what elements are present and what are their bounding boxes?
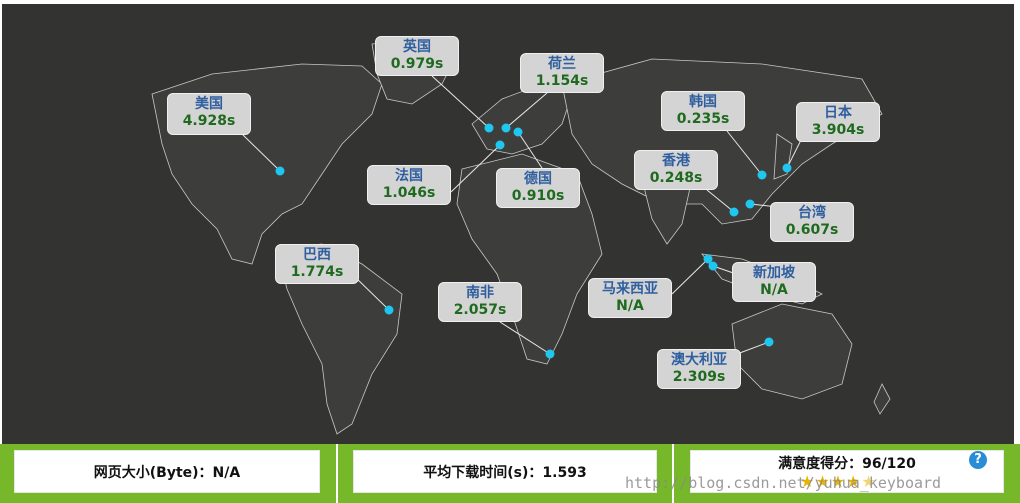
location-time: 3.904s [811, 122, 865, 138]
location-label-kr[interactable]: 韩国 0.235s [661, 91, 745, 131]
stats-divider [336, 444, 338, 503]
location-label-tw[interactable]: 台湾 0.607s [770, 202, 854, 242]
location-name: 澳大利亚 [671, 352, 727, 368]
avg-time-text: 平均下载时间(s)：1.593 [423, 464, 587, 481]
location-dot-tw[interactable] [745, 199, 755, 209]
location-time: 0.248s [649, 170, 703, 186]
connector-line-hk [706, 189, 735, 213]
help-icon[interactable]: ? [969, 451, 987, 469]
location-label-au[interactable]: 澳大利亚 2.309s [657, 349, 741, 389]
connector-line-fr [450, 144, 501, 193]
map-connector-layer [241, 75, 805, 359]
location-time: 0.910s [511, 188, 565, 204]
location-time: 1.154s [535, 73, 589, 89]
location-name: 南非 [466, 285, 494, 301]
avg-time-cell: 平均下载时间(s)：1.593 [353, 450, 657, 493]
connector-line-nl [505, 92, 548, 129]
connector-line-uk [431, 75, 490, 129]
location-dot-br[interactable] [384, 305, 394, 315]
location-dot-fr[interactable] [495, 140, 505, 150]
location-dot-hk[interactable] [729, 207, 739, 217]
location-label-uk[interactable]: 英国 0.979s [375, 36, 459, 76]
location-label-my[interactable]: 马来西亚 N/A [588, 278, 672, 318]
location-name: 荷兰 [548, 56, 576, 72]
location-dot-de[interactable] [513, 127, 523, 137]
location-label-br[interactable]: 巴西 1.774s [275, 244, 359, 284]
location-name: 新加坡 [753, 265, 795, 281]
location-name: 德国 [524, 171, 552, 187]
location-time: N/A [616, 298, 644, 314]
location-time: 2.057s [453, 302, 507, 318]
location-label-jp[interactable]: 日本 3.904s [796, 102, 880, 142]
connector-line-kr [726, 130, 763, 176]
location-time: N/A [760, 282, 788, 298]
world-map: 美国 4.928s 英国 0.979s 荷兰 1.154s 韩国 0.235s … [2, 4, 1014, 444]
location-label-za[interactable]: 南非 2.057s [438, 282, 522, 322]
location-time: 1.774s [290, 264, 344, 280]
location-dot-jp[interactable] [782, 163, 792, 173]
location-dot-sg[interactable] [708, 261, 718, 271]
connector-line-au [736, 341, 770, 355]
page-size-cell: 网页大小(Byte)：N/A [14, 450, 320, 493]
page-size-text: 网页大小(Byte)：N/A [93, 464, 241, 481]
location-name: 韩国 [689, 94, 717, 110]
location-dot-nl[interactable] [501, 123, 511, 133]
location-dot-us[interactable] [275, 166, 285, 176]
location-dot-uk[interactable] [484, 123, 494, 133]
location-name: 日本 [824, 105, 852, 121]
satisfaction-text: 满意度得分：96/120 [778, 456, 916, 472]
location-time: 0.235s [676, 111, 730, 127]
location-label-fr[interactable]: 法国 1.046s [367, 165, 451, 205]
watermark: http://blog.csdn.net/yuhua_keyboard [625, 474, 942, 492]
connector-line-de [517, 131, 543, 169]
location-time: 1.046s [382, 185, 436, 201]
connector-line-my [671, 258, 709, 295]
location-label-us[interactable]: 美国 4.928s [167, 93, 251, 135]
location-dot-za[interactable] [545, 349, 555, 359]
location-name: 香港 [662, 153, 690, 169]
location-label-sg[interactable]: 新加坡 N/A [732, 262, 816, 302]
connector-line-us [241, 133, 281, 172]
location-dot-kr[interactable] [757, 170, 767, 180]
location-name: 美国 [195, 96, 223, 112]
location-name: 马来西亚 [602, 281, 658, 297]
location-dot-au[interactable] [764, 337, 774, 347]
connector-line-za [499, 321, 551, 355]
location-label-nl[interactable]: 荷兰 1.154s [520, 53, 604, 93]
location-time: 4.928s [182, 113, 236, 129]
location-name: 英国 [403, 39, 431, 55]
location-name: 法国 [395, 168, 423, 184]
location-label-hk[interactable]: 香港 0.248s [634, 150, 718, 190]
location-name: 台湾 [798, 205, 826, 221]
location-name: 巴西 [303, 247, 331, 263]
location-time: 2.309s [672, 369, 726, 385]
location-label-de[interactable]: 德国 0.910s [496, 168, 580, 208]
location-time: 0.607s [785, 222, 839, 238]
location-time: 0.979s [390, 56, 444, 72]
